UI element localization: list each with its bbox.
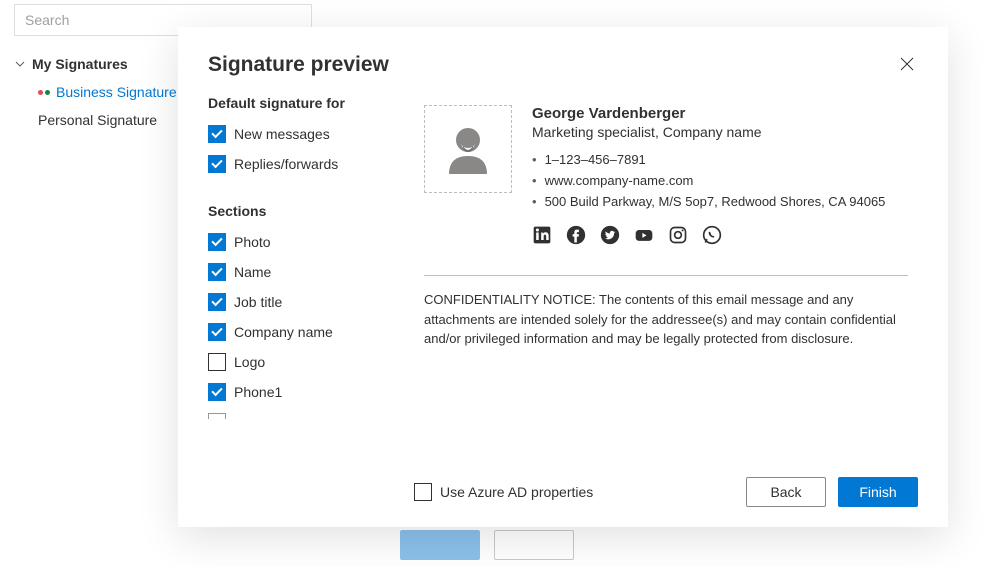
checkbox-icon [208,383,226,401]
divider [424,275,908,276]
checkbox-icon [208,323,226,341]
linkedin-icon [532,225,552,245]
modal-title: Signature preview [208,53,389,77]
checkbox-icon [208,353,226,371]
close-button[interactable] [896,53,918,75]
sidebar-item-label: Business Signature [56,84,177,100]
facebook-icon [566,225,586,245]
checkbox-icon [414,483,432,501]
twitter-icon [600,225,620,245]
instagram-icon [668,225,688,245]
whatsapp-icon [702,225,722,245]
checkbox-company-name[interactable]: Company name [208,323,386,341]
checkbox-label: Replies/forwards [234,156,338,172]
chevron-down-icon [14,58,26,70]
checkbox-icon [208,125,226,143]
checkbox-label: Logo [234,354,265,370]
youtube-icon [634,225,654,245]
checkbox-label: Use Azure AD properties [440,484,593,500]
sidebar-item-label: Personal Signature [38,112,157,128]
checkbox-icon [208,155,226,173]
person-icon [439,120,497,178]
checkbox-name[interactable]: Name [208,263,386,281]
confidentiality-notice: CONFIDENTIALITY NOTICE: The contents of … [424,290,908,349]
checkbox-azure-ad[interactable]: Use Azure AD properties [414,483,593,501]
bg-button-outline [494,530,574,560]
checkbox-label: Photo [234,234,271,250]
checkbox-icon [208,263,226,281]
checkbox-new-messages[interactable]: New messages [208,125,386,143]
checkbox-photo[interactable]: Photo [208,233,386,251]
signature-phone: 1–123–456–7891 [532,152,908,167]
signature-website: www.company-name.com [532,173,908,188]
options-column: Default signature for New messages Repli… [208,95,396,457]
signature-name: George Vardenberger [532,105,908,122]
sections-heading: Sections [208,203,386,219]
checkbox-icon [208,413,226,419]
checkbox-logo[interactable]: Logo [208,353,386,371]
checkbox-replies-forwards[interactable]: Replies/forwards [208,155,386,173]
signature-dots-icon [38,90,50,95]
signature-card: George Vardenberger Marketing specialist… [414,95,918,359]
avatar-placeholder [424,105,512,193]
checkbox-label: Phone1 [234,384,282,400]
checkbox-job-title[interactable]: Job title [208,293,386,311]
checkbox-label: Name [234,264,271,280]
checkbox-icon [208,233,226,251]
social-icons-row [532,225,908,245]
default-for-heading: Default signature for [208,95,386,111]
checkbox-partial[interactable] [208,413,386,419]
back-button[interactable]: Back [746,477,826,507]
bg-button-primary [400,530,480,560]
background-buttons [400,530,574,560]
tree-title: My Signatures [32,56,128,72]
checkbox-label: Company name [234,324,333,340]
close-icon [900,57,914,71]
checkbox-icon [208,293,226,311]
checkbox-phone1[interactable]: Phone1 [208,383,386,401]
finish-button[interactable]: Finish [838,477,918,507]
checkbox-label: New messages [234,126,330,142]
signature-role: Marketing specialist, Company name [532,124,908,140]
preview-pane: George Vardenberger Marketing specialist… [396,95,918,457]
signature-address: 500 Build Parkway, M/S 5op7, Redwood Sho… [532,194,908,209]
checkbox-label: Job title [234,294,282,310]
signature-preview-modal: Signature preview Default signature for … [178,27,948,527]
